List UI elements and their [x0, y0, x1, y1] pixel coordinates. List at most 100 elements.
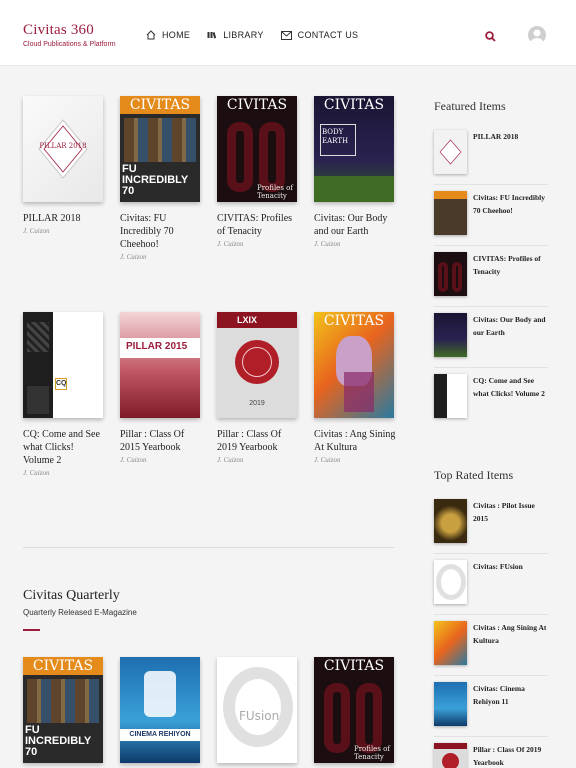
publication-card[interactable]: CQ CQ: Come and See what Clicks! Volume … [23, 312, 105, 477]
user-avatar[interactable] [528, 26, 546, 44]
top-rated-thumb[interactable] [434, 743, 467, 768]
mail-icon [280, 30, 292, 40]
featured-item[interactable]: Civitas: FU Incredibly 70 Cheehoo! [434, 191, 548, 245]
card-title[interactable]: Civitas: Our Body and our Earth [314, 212, 396, 238]
top-rated-thumb[interactable] [434, 682, 467, 726]
publication-card[interactable]: CIVITAS FU INCREDIBLY 70 Civitas: FU Inc… [120, 96, 202, 261]
cover-ang-sining-at-kultura[interactable]: CIVITAS [314, 312, 394, 418]
featured-thumb[interactable] [434, 130, 467, 174]
quarterly-card[interactable]: CIVITAS Profiles of Tenacity [314, 657, 396, 763]
nav-contact[interactable]: CONTACT US [280, 30, 359, 40]
card-title[interactable]: CQ: Come and See what Clicks! Volume 2 [23, 428, 105, 467]
cover-our-body-our-earth[interactable]: CIVITAS BODY EARTH [314, 96, 394, 202]
featured-title[interactable]: CIVITAS: Profiles of Tenacity [473, 252, 549, 278]
search-icon [485, 31, 496, 42]
top-rated-title[interactable]: Pillar : Class Of 2019 Yearbook [473, 743, 549, 768]
cover-fu-incredibly-70[interactable]: CIVITAS FU INCREDIBLY 70 [120, 96, 200, 202]
top-rated-item[interactable]: Civitas: FUsion [434, 560, 548, 614]
main-nav: HOME LIBRARY CONTACT US [146, 30, 375, 40]
cover-masthead: CIVITAS [323, 658, 385, 674]
featured-thumb[interactable] [434, 374, 467, 418]
quarterly-card[interactable]: CINEMA REHIYON [120, 657, 202, 763]
card-author: J. Cuizon [23, 227, 50, 235]
top-rated-item[interactable]: Pillar : Class Of 2019 Yearbook [434, 743, 548, 768]
featured-thumb[interactable] [434, 191, 467, 235]
nav-home[interactable]: HOME [146, 30, 190, 40]
cover-quarterly-profiles[interactable]: CIVITAS Profiles of Tenacity [314, 657, 394, 763]
card-title[interactable]: CIVITAS: Profiles of Tenacity [217, 212, 299, 238]
section-subtitle: Quarterly Released E-Magazine [23, 608, 137, 617]
card-author: J. Cuizon [217, 240, 244, 248]
cover-quarterly-fusion[interactable]: FUsion [217, 657, 297, 763]
top-rated-item[interactable]: Civitas: Cinema Rehiyon 11 [434, 682, 548, 736]
brand-title[interactable]: Civitas 360 [23, 22, 116, 39]
publication-card[interactable]: PILLAR 2018 PILLAR 2018 J. Cuizon [23, 96, 105, 235]
cover-pillar-2015[interactable]: PILLAR 2015 [120, 312, 200, 418]
featured-title[interactable]: CQ: Come and See what Clicks! Volume 2 [473, 374, 549, 400]
cover-text: CQ [55, 378, 67, 390]
card-title[interactable]: Civitas: FU Incredibly 70 Cheehoo! [120, 212, 202, 251]
top-rated-item[interactable]: Civitas : Ang Sining At Kultura [434, 621, 548, 675]
featured-title[interactable]: Civitas: FU Incredibly 70 Cheehoo! [473, 191, 549, 217]
library-icon [207, 32, 217, 39]
featured-item[interactable]: CIVITAS: Profiles of Tenacity [434, 252, 548, 306]
publication-card[interactable]: CIVITAS Civitas : Ang Sining At Kultura … [314, 312, 396, 464]
cover-quarterly-fu-incredibly[interactable]: CIVITAS FU INCREDIBLY 70 [23, 657, 103, 763]
featured-item[interactable]: CQ: Come and See what Clicks! Volume 2 [434, 374, 548, 428]
cover-profiles-of-tenacity[interactable]: CIVITAS Profiles of Tenacity [217, 96, 297, 202]
section-title: Civitas Quarterly [23, 588, 120, 603]
publication-card[interactable]: CIVITAS BODY EARTH Civitas: Our Body and… [314, 96, 396, 248]
cover-subtitle: Profiles of Tenacity [257, 184, 293, 200]
cover-masthead: CIVITAS [32, 658, 94, 674]
card-author: J. Cuizon [314, 456, 341, 464]
cover-text: PILLAR 2015 [126, 341, 188, 352]
brand-subtitle: Cloud Publications & Platform [23, 41, 116, 48]
top-rated-thumb[interactable] [434, 499, 467, 543]
top-rated-title[interactable]: Civitas : Pilot Issue 2015 [473, 499, 549, 525]
featured-thumb[interactable] [434, 313, 467, 357]
publication-card[interactable]: PILLAR 2015 Pillar : Class Of 2015 Yearb… [120, 312, 202, 464]
card-title[interactable]: PILLAR 2018 [23, 212, 105, 225]
top-rated-title[interactable]: Civitas: FUsion [473, 560, 549, 573]
featured-title[interactable]: Civitas: Our Body and our Earth [473, 313, 549, 339]
section-divider [23, 547, 394, 548]
cover-quarterly-cinema-rehiyon[interactable]: CINEMA REHIYON [120, 657, 200, 763]
cover-cq-volume-2[interactable]: CQ [23, 312, 103, 418]
top-rated-thumb[interactable] [434, 621, 467, 665]
top-rated-title[interactable]: Civitas: Cinema Rehiyon 11 [473, 682, 549, 708]
card-title[interactable]: Pillar : Class Of 2019 Yearbook [217, 428, 299, 454]
cover-masthead: CIVITAS [323, 97, 385, 113]
nav-library[interactable]: LIBRARY [207, 30, 263, 40]
publication-card[interactable]: LXIX 2019 Pillar : Class Of 2019 Yearboo… [217, 312, 299, 464]
brand[interactable]: Civitas 360 Cloud Publications & Platfor… [23, 22, 116, 48]
top-rated-item[interactable]: Civitas : Pilot Issue 2015 [434, 499, 548, 553]
cover-subtitle: FU INCREDIBLY 70 [122, 163, 189, 197]
top-header: Civitas 360 Cloud Publications & Platfor… [0, 0, 576, 66]
card-author: J. Cuizon [23, 469, 50, 477]
card-title[interactable]: Pillar : Class Of 2015 Yearbook [120, 428, 202, 454]
featured-title[interactable]: PILLAR 2018 [473, 130, 549, 143]
card-title[interactable]: Civitas : Ang Sining At Kultura [314, 428, 396, 454]
sidebar-separator [434, 245, 548, 246]
search-button[interactable] [485, 29, 496, 47]
sidebar-separator [434, 553, 548, 554]
publication-card[interactable]: CIVITAS Profiles of Tenacity CIVITAS: Pr… [217, 96, 299, 248]
nav-home-label: HOME [162, 30, 191, 40]
quarterly-card[interactable]: FUsion [217, 657, 299, 763]
card-author: J. Cuizon [120, 253, 147, 261]
cover-subtitle: Profiles of Tenacity [354, 745, 390, 761]
cover-pillar-2019[interactable]: LXIX 2019 [217, 312, 297, 418]
top-rated-heading: Top Rated Items [434, 468, 514, 482]
cover-pillar-2018[interactable]: PILLAR 2018 [23, 96, 103, 202]
cover-text: FUsion [239, 709, 280, 723]
featured-thumb[interactable] [434, 252, 467, 296]
top-rated-title[interactable]: Civitas : Ang Sining At Kultura [473, 621, 549, 647]
featured-item[interactable]: PILLAR 2018 [434, 130, 548, 184]
cover-subtitle: 2019 [249, 400, 265, 407]
cover-masthead: CIVITAS [226, 97, 288, 113]
quarterly-card[interactable]: CIVITAS FU INCREDIBLY 70 [23, 657, 105, 763]
section-accent-rule [23, 629, 40, 631]
featured-item[interactable]: Civitas: Our Body and our Earth [434, 313, 548, 367]
top-rated-thumb[interactable] [434, 560, 467, 604]
cover-text: LXIX [237, 315, 258, 325]
